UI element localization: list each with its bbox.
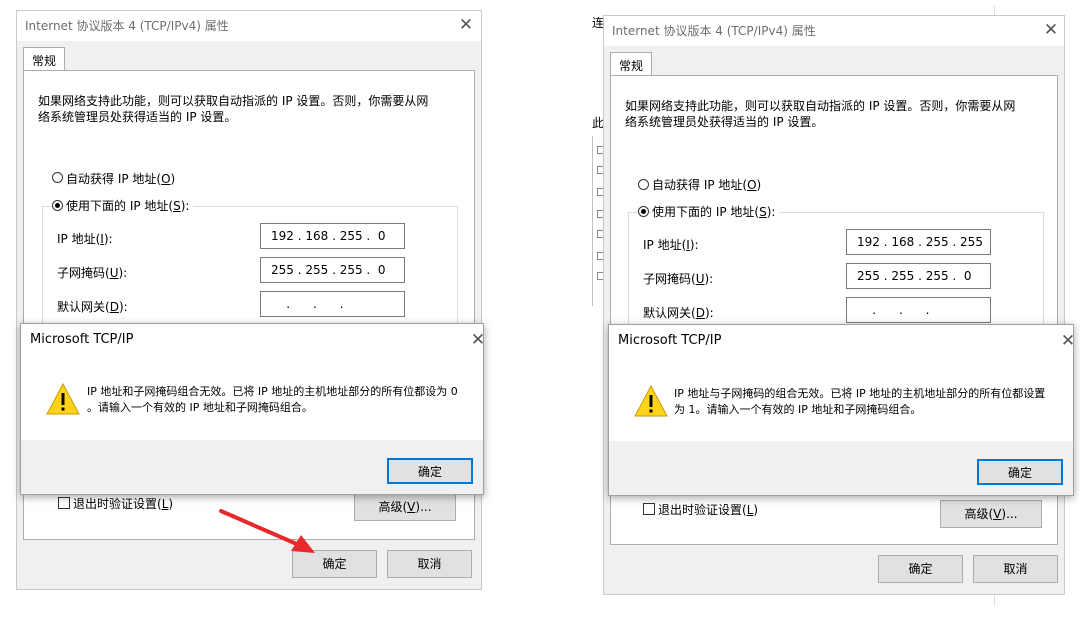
- manual-ip-radio[interactable]: [52, 200, 63, 211]
- message-body: Microsoft TCP/IP ✕ IP 地址和子网掩码组合无效。已将 IP …: [21, 324, 485, 440]
- auto-ip-label: 自动获得 IP 地址(O): [652, 178, 762, 192]
- background-list-border: [592, 136, 593, 306]
- subnet-mask-input[interactable]: 255 . 255 . 255 . 0: [260, 257, 405, 283]
- advanced-button[interactable]: 高级(V)...: [354, 493, 456, 521]
- close-icon[interactable]: ✕: [465, 328, 491, 352]
- close-icon[interactable]: ✕: [1055, 329, 1080, 353]
- description-line-2: 络系统管理员处获得适当的 IP 设置。: [625, 115, 824, 129]
- dialog-title: Internet 协议版本 4 (TCP/IPv4) 属性: [612, 24, 816, 38]
- advanced-button[interactable]: 高级(V)...: [940, 500, 1042, 528]
- subnet-mask-label: 子网掩码(U):: [643, 272, 714, 286]
- error-message-box-right: Microsoft TCP/IP ✕ IP 地址与子网掩码的组合无效。已将 IP…: [608, 324, 1075, 496]
- manual-ip-radio[interactable]: [638, 206, 649, 217]
- ok-button[interactable]: 确定: [878, 555, 963, 583]
- ip-address-input[interactable]: 192 . 168 . 255 . 255: [846, 229, 991, 255]
- auto-ip-radio[interactable]: [52, 172, 63, 183]
- ip-address-label: IP 地址(I):: [643, 238, 699, 252]
- validate-label: 退出时验证设置(L): [73, 497, 174, 511]
- subnet-mask-label: 子网掩码(U):: [57, 266, 128, 280]
- message-title: Microsoft TCP/IP: [618, 333, 722, 348]
- message-body: Microsoft TCP/IP ✕ IP 地址与子网掩码的组合无效。已将 IP…: [609, 325, 1075, 441]
- message-line-1: IP 地址和子网掩码组合无效。已将 IP 地址的主机地址部分的所有位都设为 0: [87, 385, 458, 398]
- close-icon[interactable]: ✕: [453, 13, 479, 37]
- tab-general[interactable]: 常规: [610, 52, 653, 76]
- message-ok-button[interactable]: 确定: [977, 459, 1063, 485]
- description-line-1: 如果网络支持此功能，则可以获取自动指派的 IP 设置。否则，你需要从网: [38, 94, 429, 108]
- ip-address-input[interactable]: 192 . 168 . 255 . 0: [260, 223, 405, 249]
- tab-general-label: 常规: [619, 59, 644, 73]
- tab-general-label: 常规: [32, 54, 57, 68]
- ipv4-properties-dialog-left: Internet 协议版本 4 (TCP/IPv4) 属性 ✕ 常规 如果网络支…: [16, 10, 482, 590]
- message-title: Microsoft TCP/IP: [30, 332, 134, 347]
- warning-icon: [46, 383, 80, 415]
- title-bar: Internet 协议版本 4 (TCP/IPv4) 属性 ✕: [604, 16, 1064, 46]
- message-line-1: IP 地址与子网掩码的组合无效。已将 IP 地址的主机地址部分的所有位都设置: [674, 387, 1046, 400]
- message-ok-button[interactable]: 确定: [387, 458, 473, 484]
- error-message-box-left: Microsoft TCP/IP ✕ IP 地址和子网掩码组合无效。已将 IP …: [20, 323, 485, 495]
- tab-general[interactable]: 常规: [23, 47, 66, 71]
- gateway-input[interactable]: . . .: [260, 291, 405, 317]
- close-icon[interactable]: ✕: [1038, 18, 1064, 42]
- message-line-2: 。请输入一个有效的 IP 地址和子网掩码组合。: [87, 401, 313, 414]
- validate-checkbox[interactable]: [643, 503, 655, 515]
- auto-ip-label: 自动获得 IP 地址(O): [66, 172, 176, 186]
- red-arrow-annotation: [219, 509, 315, 553]
- gateway-label: 默认网关(D):: [57, 300, 128, 314]
- title-bar: Internet 协议版本 4 (TCP/IPv4) 属性 ✕: [17, 11, 481, 41]
- warning-icon: [634, 385, 668, 417]
- validate-label: 退出时验证设置(L): [658, 503, 759, 517]
- message-line-2: 为 1。请输入一个有效的 IP 地址和子网掩码组合。: [674, 403, 922, 416]
- validate-checkbox[interactable]: [58, 497, 70, 509]
- cancel-button[interactable]: 取消: [387, 550, 472, 578]
- description-line-1: 如果网络支持此功能，则可以获取自动指派的 IP 设置。否则，你需要从网: [625, 99, 1016, 113]
- gateway-label: 默认网关(D):: [643, 306, 714, 320]
- manual-ip-label: 使用下面的 IP 地址(S):: [66, 197, 194, 214]
- cancel-button[interactable]: 取消: [973, 555, 1058, 583]
- subnet-mask-input[interactable]: 255 . 255 . 255 . 0: [846, 263, 991, 289]
- dialog-title: Internet 协议版本 4 (TCP/IPv4) 属性: [25, 19, 229, 33]
- description-line-2: 络系统管理员处获得适当的 IP 设置。: [38, 110, 237, 124]
- manual-ip-label: 使用下面的 IP 地址(S):: [652, 203, 780, 220]
- auto-ip-radio[interactable]: [638, 179, 649, 190]
- gateway-input[interactable]: . . .: [846, 297, 991, 323]
- ipv4-properties-dialog-right: Internet 协议版本 4 (TCP/IPv4) 属性 ✕ 常规 如果网络支…: [603, 15, 1065, 595]
- ip-address-label: IP 地址(I):: [57, 232, 113, 246]
